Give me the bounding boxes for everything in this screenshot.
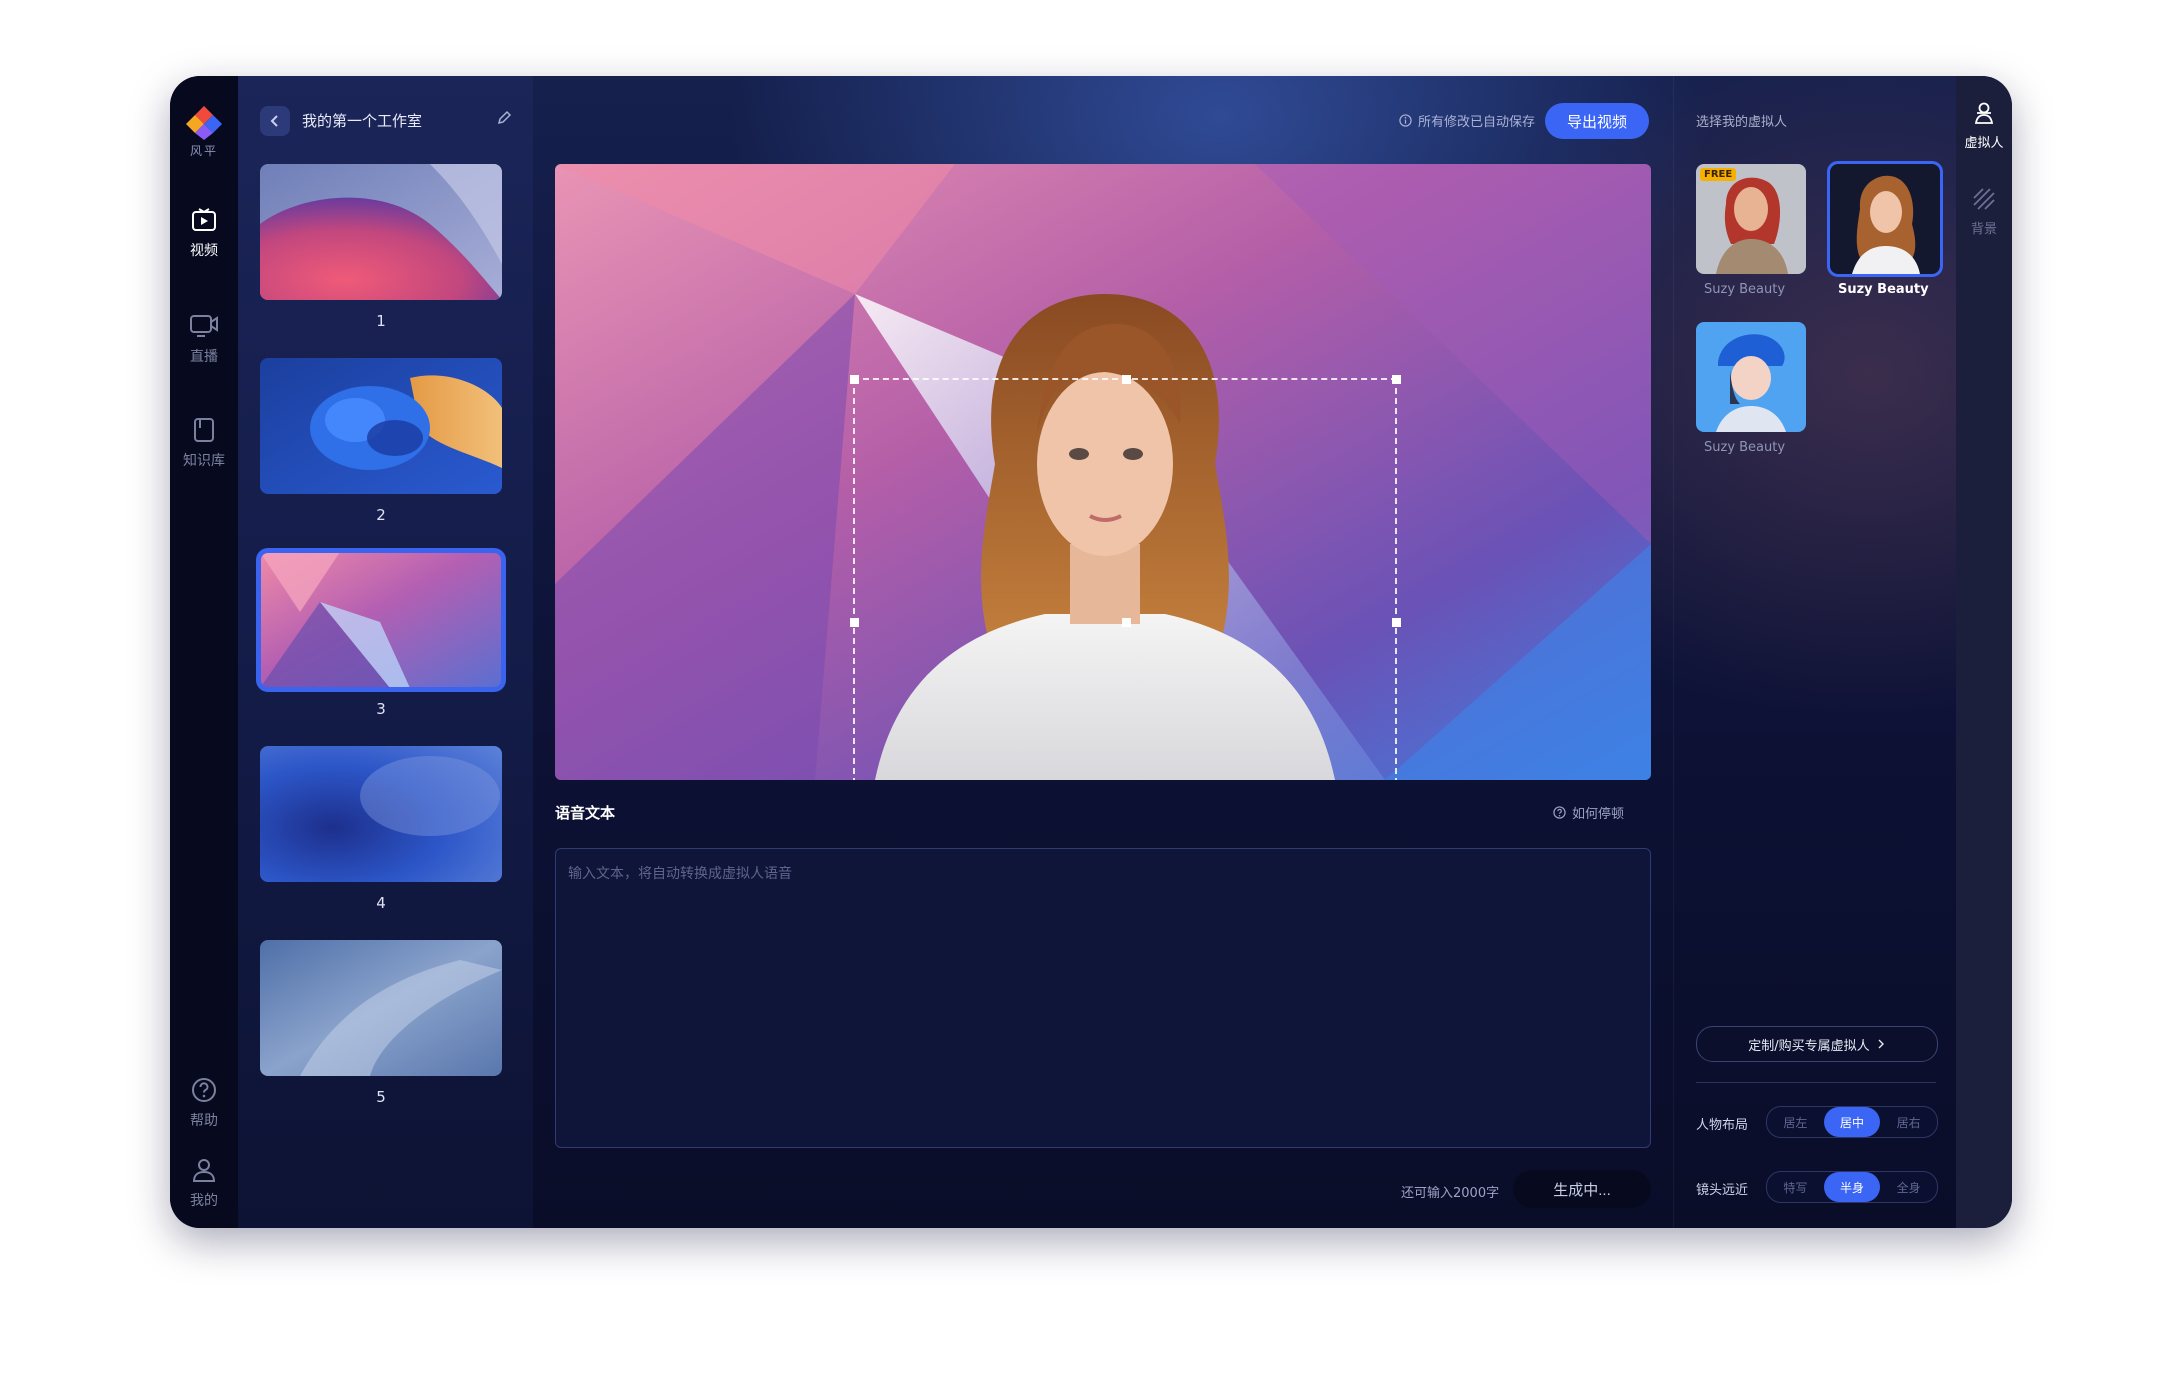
info-icon <box>1399 114 1412 127</box>
divider <box>1696 1082 1936 1083</box>
resize-handle[interactable] <box>1392 375 1401 384</box>
voice-text-label: 语音文本 <box>555 804 616 822</box>
resize-handle[interactable] <box>1392 618 1401 627</box>
slide-thumbnail-1[interactable] <box>260 164 502 300</box>
slide-number: 5 <box>376 1088 386 1106</box>
nav-item-knowledge[interactable]: 知识库 <box>170 416 238 470</box>
remaining-chars: 还可输入2000字 <box>1401 1186 1500 1201</box>
studio-title: 我的第一个工作室 <box>302 112 423 130</box>
avatar-name: Suzy Beauty <box>1704 282 1786 297</box>
autosave-status: 所有修改已自动保存 <box>1399 111 1535 130</box>
rail-item-avatar[interactable]: 虚拟人 <box>1956 100 2012 151</box>
avatar-name: Suzy Beauty <box>1838 282 1929 297</box>
slide-thumbnail-4[interactable] <box>260 746 502 882</box>
slide-2-image <box>260 358 502 494</box>
question-icon <box>1553 806 1566 819</box>
slide-number: 3 <box>376 700 386 718</box>
avatar-icon <box>1974 102 1994 124</box>
move-handle[interactable] <box>1122 618 1131 627</box>
back-button[interactable] <box>260 106 290 136</box>
nav-item-label: 直播 <box>190 349 218 365</box>
avatar-panel-title: 选择我的虚拟人 <box>1696 115 1788 130</box>
custom-avatar-label: 定制/购买专属虚拟人 <box>1748 1038 1870 1054</box>
avatar-2-image <box>1830 164 1940 274</box>
camera-option-full[interactable]: 全身 <box>1880 1172 1937 1202</box>
video-icon <box>192 208 216 231</box>
layout-segmented-control: 居左 居中 居右 <box>1766 1106 1938 1138</box>
avatar-3-image <box>1696 322 1806 432</box>
pencil-icon[interactable] <box>496 110 512 126</box>
avatar-selection-box[interactable] <box>850 375 1401 780</box>
avatar-name: Suzy Beauty <box>1704 440 1786 455</box>
chevron-right-icon <box>1878 1039 1884 1049</box>
voice-text-input[interactable] <box>555 848 1651 1148</box>
generate-button[interactable]: 生成中... <box>1513 1170 1651 1208</box>
knowledge-base-icon <box>194 418 214 442</box>
nav-item-label: 帮助 <box>190 1113 218 1129</box>
slide-4-image <box>260 746 502 882</box>
slide-number: 4 <box>376 894 386 912</box>
avatar-card-2[interactable] <box>1827 161 1943 277</box>
export-video-button[interactable]: 导出视频 <box>1545 103 1649 139</box>
preview-canvas[interactable] <box>555 164 1651 780</box>
camera-option-half[interactable]: 半身 <box>1823 1172 1881 1202</box>
camera-label: 镜头远近 <box>1696 1183 1749 1198</box>
slide-number: 2 <box>376 506 386 524</box>
custom-avatar-button[interactable]: 定制/购买专属虚拟人 <box>1696 1026 1938 1062</box>
brand-logo <box>186 106 222 140</box>
right-rail: 虚拟人 背景 <box>1956 76 2012 1228</box>
nav-item-live[interactable]: 直播 <box>170 312 238 366</box>
slide-3-image <box>260 552 502 688</box>
nav-rail: 风平 视频 直播 知识库 帮助 我的 <box>170 76 238 1228</box>
rail-item-label: 虚拟人 <box>1964 136 2004 151</box>
background-pattern-icon <box>1973 188 1995 210</box>
nav-item-label: 视频 <box>190 243 218 259</box>
resize-handle[interactable] <box>850 618 859 627</box>
camera-segmented-control: 特写 半身 全身 <box>1766 1171 1938 1203</box>
autosave-text: 所有修改已自动保存 <box>1418 115 1536 130</box>
rail-item-background[interactable]: 背景 <box>1956 186 2012 237</box>
slide-thumbnail-3[interactable] <box>256 548 506 692</box>
layout-label: 人物布局 <box>1696 1118 1749 1133</box>
pause-help-link[interactable]: 如何停顿 <box>1553 803 1624 822</box>
resize-handle[interactable] <box>1122 375 1131 384</box>
avatar-panel: 选择我的虚拟人 FREE Suzy Beauty Suzy Beauty Suz… <box>1673 76 1957 1228</box>
layout-option-left[interactable]: 居左 <box>1767 1107 1824 1137</box>
app-window: 风平 视频 直播 知识库 帮助 我的 我的第一个工作室 1 2 3 4 5 所有… <box>170 76 2012 1228</box>
nav-item-help[interactable]: 帮助 <box>170 1076 238 1130</box>
help-icon <box>192 1078 216 1102</box>
slide-number: 1 <box>376 312 386 330</box>
camera-option-closeup[interactable]: 特写 <box>1767 1172 1824 1202</box>
avatar-card-1[interactable]: FREE <box>1696 164 1806 274</box>
free-badge: FREE <box>1700 168 1737 181</box>
slide-5-image <box>260 940 502 1076</box>
brand-text: 风平 <box>189 144 218 158</box>
chevron-left-icon <box>270 115 278 127</box>
nav-item-label: 知识库 <box>183 453 225 469</box>
pause-help-text: 如何停顿 <box>1572 807 1625 822</box>
layout-option-center[interactable]: 居中 <box>1823 1107 1881 1137</box>
live-stream-icon <box>190 315 218 337</box>
slides-panel: 我的第一个工作室 1 2 3 4 5 <box>238 76 583 1228</box>
slide-thumbnail-5[interactable] <box>260 940 502 1076</box>
rail-item-label: 背景 <box>1970 222 1997 237</box>
user-icon <box>192 1159 216 1182</box>
avatar-card-3[interactable] <box>1696 322 1806 432</box>
resize-handle[interactable] <box>850 375 859 384</box>
nav-item-video[interactable]: 视频 <box>170 206 238 260</box>
nav-item-profile[interactable]: 我的 <box>170 1156 238 1210</box>
slide-1-image <box>260 164 502 300</box>
layout-option-right[interactable]: 居右 <box>1880 1107 1937 1137</box>
slide-thumbnail-2[interactable] <box>260 358 502 494</box>
editor-main: 所有修改已自动保存 导出视频 语音文本 如何停顿 输入文本，将自动转换成虚拟人语… <box>533 76 1673 1228</box>
nav-item-label: 我的 <box>190 1193 218 1209</box>
